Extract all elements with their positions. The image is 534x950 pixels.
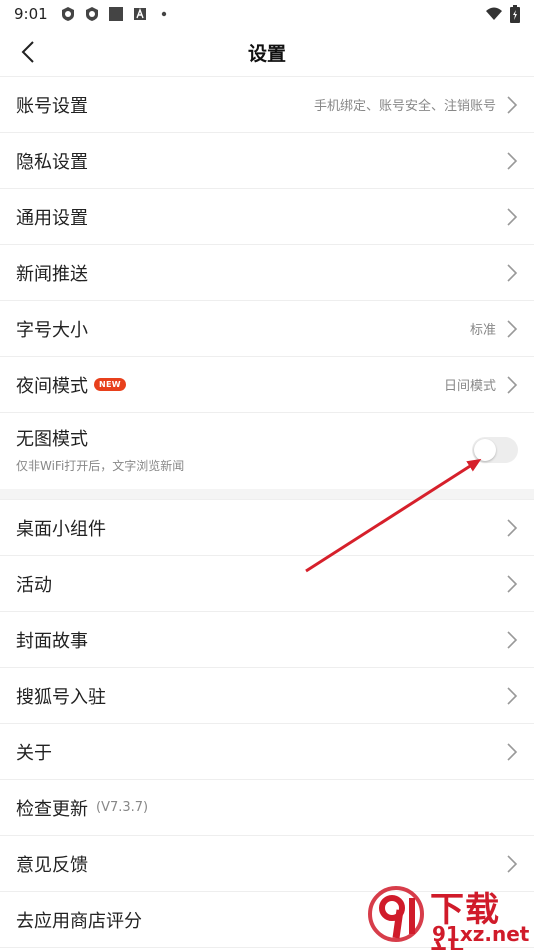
row-font-size[interactable]: 字号大小 标准 — [0, 301, 534, 357]
back-chevron-icon — [21, 41, 34, 63]
row-label: 夜间模式 — [16, 375, 88, 397]
no-image-mode-toggle[interactable] — [472, 437, 518, 463]
shield-icon — [85, 7, 98, 21]
row-value: 标准 — [469, 323, 496, 338]
row-label: 封面故事 — [16, 630, 88, 652]
row-subtitle: 仅非WiFi打开后，文字浏览新闻 — [16, 459, 185, 473]
row-label: 通用设置 — [16, 207, 88, 229]
row-label: 无图模式 — [16, 429, 88, 450]
chevron-right-icon — [507, 742, 518, 761]
watermark-logo-icon — [368, 886, 424, 942]
row-about[interactable]: 关于 — [0, 724, 534, 780]
chevron-right-icon — [507, 319, 518, 338]
new-badge: NEW — [94, 378, 126, 391]
row-check-update[interactable]: 检查更新 (V7.3.7) — [0, 780, 534, 836]
chevron-right-icon — [507, 518, 518, 537]
row-label: 检查更新 — [16, 798, 88, 820]
row-value: 日间模式 — [443, 379, 496, 394]
row-account-settings[interactable]: 账号设置 手机绑定、账号安全、注销账号 — [0, 77, 534, 133]
chevron-right-icon — [507, 263, 518, 282]
square-icon — [108, 7, 123, 21]
chevron-right-icon — [507, 630, 518, 649]
row-no-image-mode: 无图模式 仅非WiFi打开后，文字浏览新闻 — [0, 413, 534, 489]
chevron-right-icon — [507, 151, 518, 170]
chevron-right-icon — [507, 854, 518, 873]
row-sohu-account-join[interactable]: 搜狐号入驻 — [0, 668, 534, 724]
version-label: (V7.3.7) — [96, 800, 149, 815]
status-icons-right — [486, 5, 520, 23]
chevron-right-icon — [507, 207, 518, 226]
settings-list-primary: 账号设置 手机绑定、账号安全、注销账号 隐私设置 通用设置 新闻推送 字号大小 … — [0, 76, 534, 489]
row-night-mode[interactable]: 夜间模式 NEW 日间模式 — [0, 357, 534, 413]
battery-icon — [510, 5, 520, 23]
row-general-settings[interactable]: 通用设置 — [0, 189, 534, 245]
chevron-right-icon — [507, 574, 518, 593]
a-icon — [133, 8, 146, 20]
row-cover-story[interactable]: 封面故事 — [0, 612, 534, 668]
status-time: 9:01 — [14, 5, 48, 23]
chevron-right-icon — [507, 95, 518, 114]
status-bar: 9:01 — [0, 0, 534, 28]
settings-list-secondary: 桌面小组件 活动 封面故事 搜狐号入驻 关于 检查更新 (V7.3.7) 意见反… — [0, 499, 534, 948]
row-label: 字号大小 — [16, 319, 88, 341]
toggle-knob — [474, 439, 496, 461]
watermark: 下载站 91xz.net — [366, 882, 530, 950]
row-label: 账号设置 — [16, 95, 88, 117]
page-title: 设置 — [247, 42, 286, 65]
row-label: 新闻推送 — [16, 263, 88, 285]
row-label: 意见反馈 — [16, 854, 88, 876]
row-privacy-settings[interactable]: 隐私设置 — [0, 133, 534, 189]
row-label: 去应用商店评分 — [16, 910, 142, 932]
row-value: 手机绑定、账号安全、注销账号 — [313, 99, 496, 114]
row-label: 活动 — [16, 574, 52, 596]
row-label: 关于 — [16, 742, 52, 764]
row-news-push[interactable]: 新闻推送 — [0, 245, 534, 301]
watermark-text-en: 91xz.net — [432, 922, 530, 946]
shield-icon — [61, 7, 74, 21]
row-label: 搜狐号入驻 — [16, 686, 106, 708]
section-divider — [0, 489, 534, 499]
row-activities[interactable]: 活动 — [0, 556, 534, 612]
wifi-icon — [486, 7, 502, 20]
chevron-right-icon — [507, 375, 518, 394]
nav-bar: 设置 — [0, 28, 534, 76]
back-button[interactable] — [10, 34, 46, 70]
row-label: 隐私设置 — [16, 151, 88, 173]
status-icons-left — [60, 6, 172, 22]
dot-icon — [161, 11, 166, 17]
row-label: 桌面小组件 — [16, 518, 106, 540]
row-desktop-widget[interactable]: 桌面小组件 — [0, 500, 534, 556]
chevron-right-icon — [507, 686, 518, 705]
